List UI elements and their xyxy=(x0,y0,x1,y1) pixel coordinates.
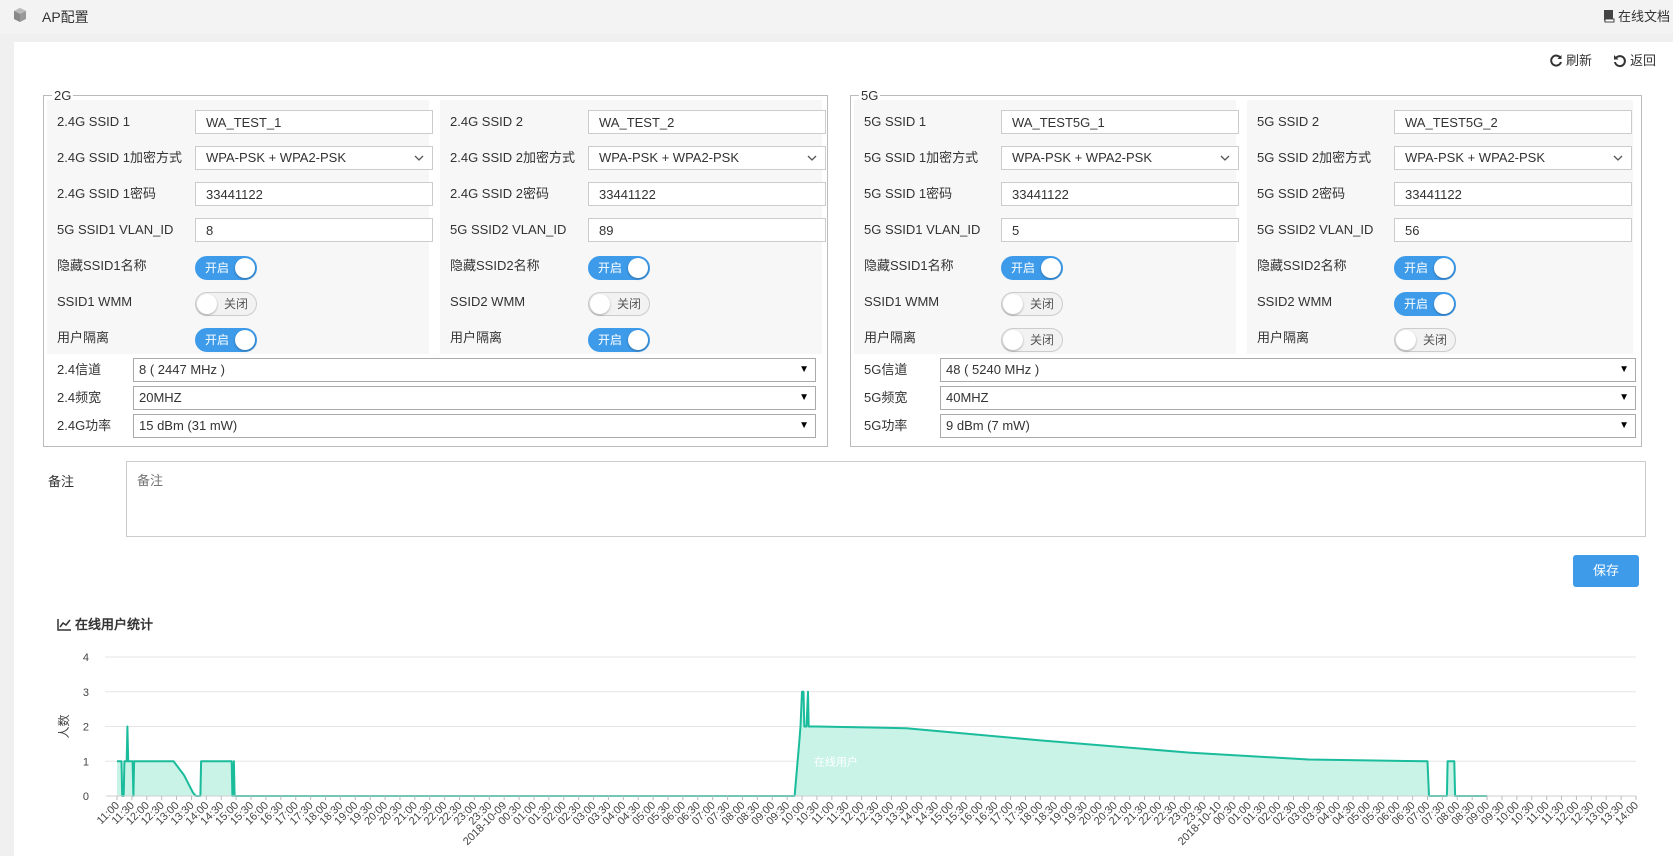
series-label: 在线用户 xyxy=(814,754,858,768)
y-tick-label: 0 xyxy=(83,791,89,803)
y-tick-label: 2 xyxy=(83,722,89,734)
y-tick-label: 3 xyxy=(83,687,89,699)
y-tick-label: 1 xyxy=(83,756,89,768)
online-users-chart: 01234人数在线用户11:0011:3012:0012:3013:0013:3… xyxy=(56,652,1641,848)
y-tick-label: 4 xyxy=(83,652,89,664)
y-axis-label: 人数 xyxy=(56,714,71,738)
